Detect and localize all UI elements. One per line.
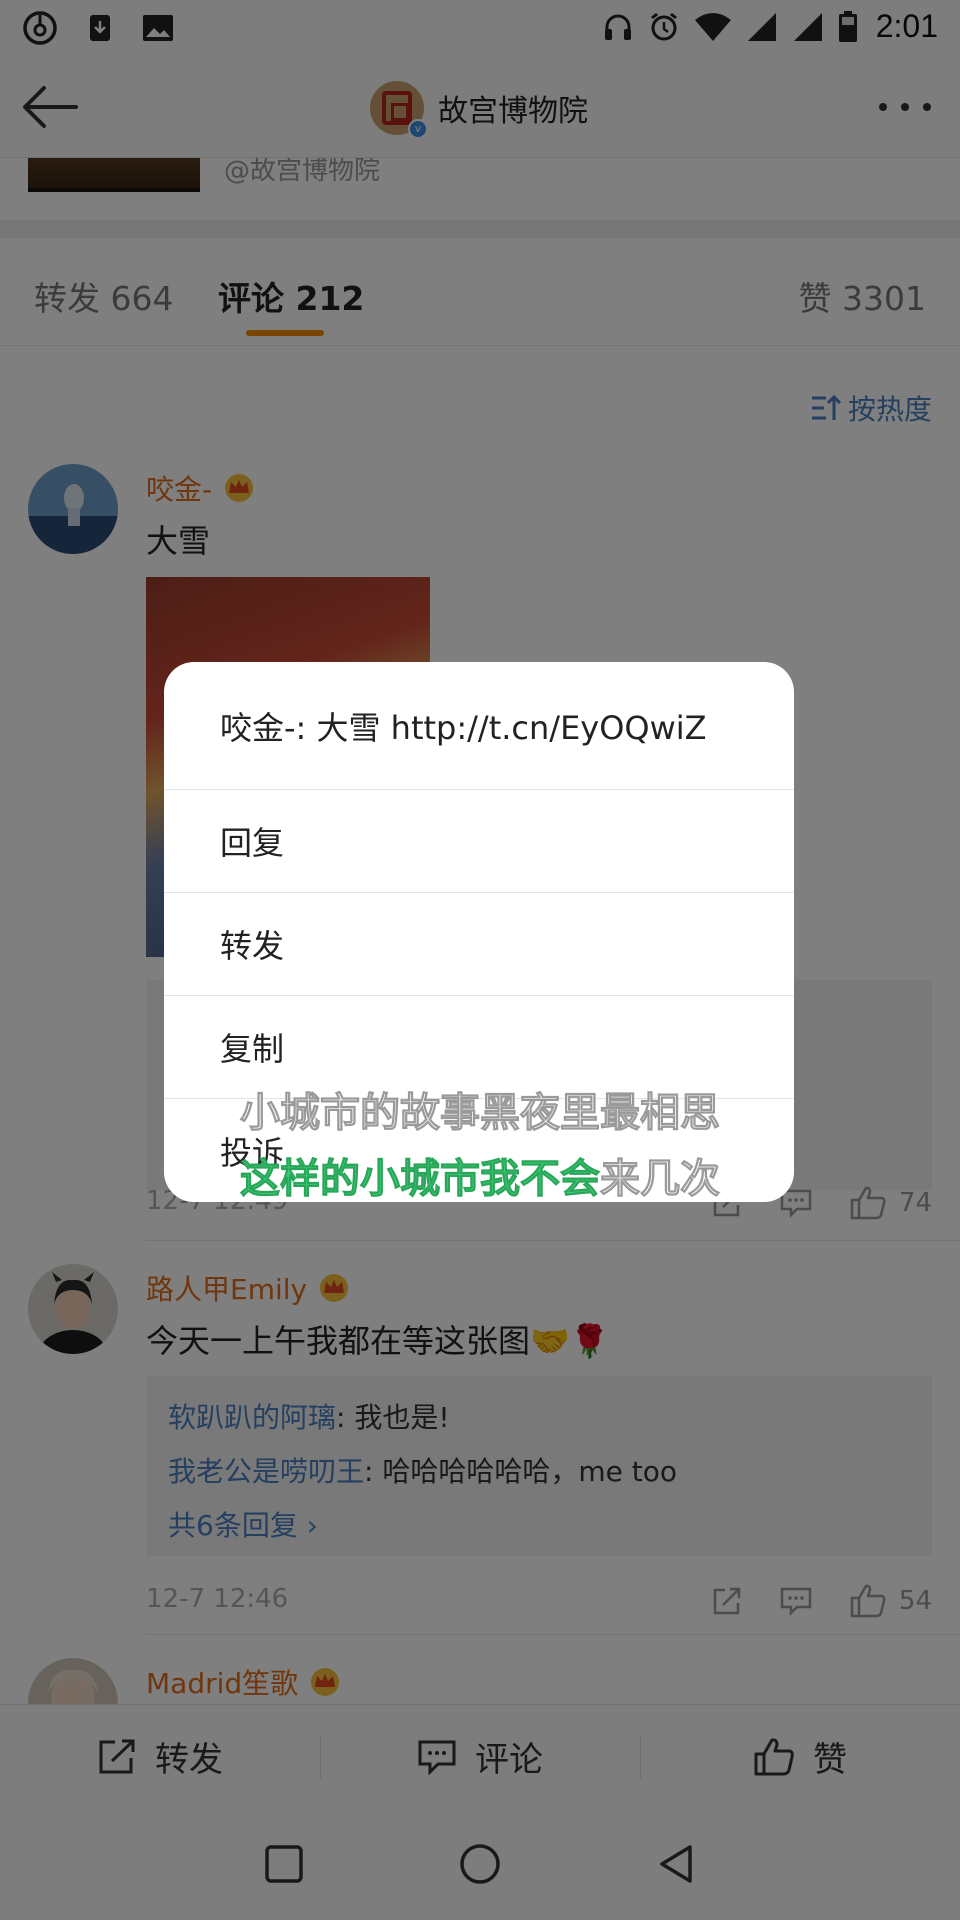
menu-item-reply[interactable]: 回复 xyxy=(164,790,794,893)
floating-lyric-line-2: 这样的小城市我不会来几次 xyxy=(0,1146,960,1204)
lyric-unsung-part: 来几次 xyxy=(600,1156,721,1203)
weibo-comments-screen: 2:01 v 故宫博物院 @故宫博物院 转发 664 评论 212 赞 3301 xyxy=(0,0,960,1920)
menu-item-repost[interactable]: 转发 xyxy=(164,893,794,996)
menu-header: 咬金-: 大雪 http://t.cn/EyOQwiZ xyxy=(164,662,794,790)
floating-lyric-line-1: 小城市的故事黑夜里最相思 xyxy=(240,1090,721,1137)
lyric-sung-part: 这样的小城市我不会 xyxy=(240,1156,601,1203)
